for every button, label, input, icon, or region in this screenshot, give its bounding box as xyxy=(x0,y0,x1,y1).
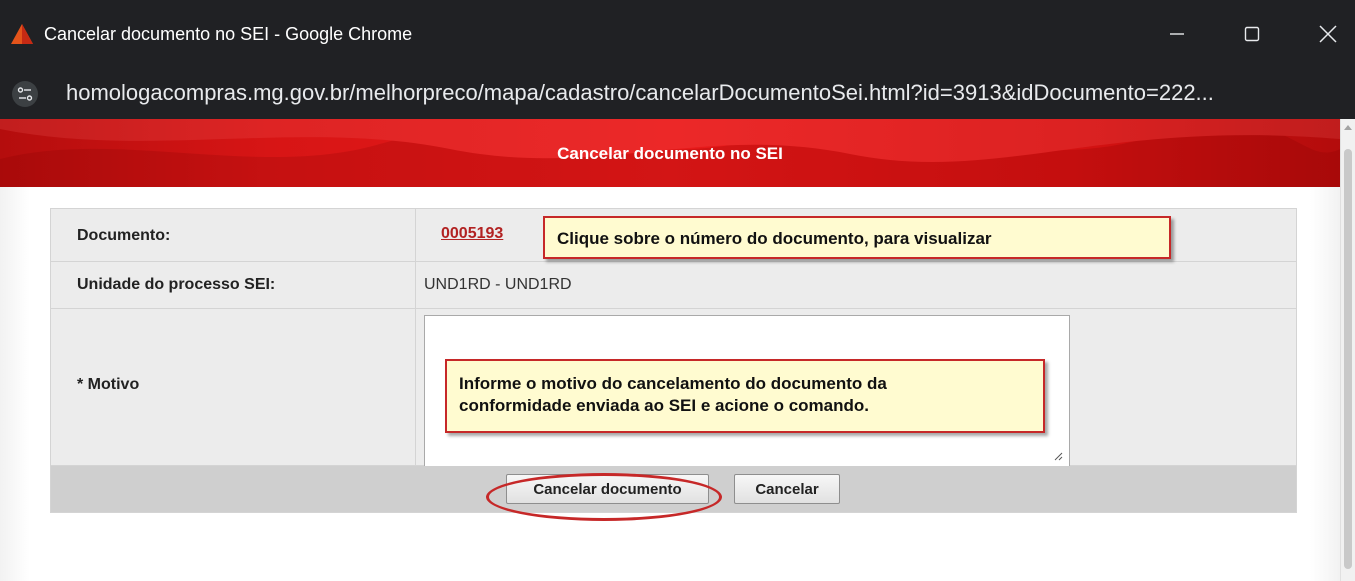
page-header: Cancelar documento no SEI xyxy=(0,119,1340,187)
cancel-button[interactable]: Cancelar xyxy=(734,474,840,504)
documento-label-cell: Documento: xyxy=(51,209,416,261)
window-titlebar: Cancelar documento no SEI - Google Chrom… xyxy=(0,0,1355,68)
red-triangle-icon xyxy=(11,24,33,44)
scroll-thumb[interactable] xyxy=(1344,149,1352,569)
url-text[interactable]: homologacompras.mg.gov.br/melhorpreco/ma… xyxy=(66,80,1346,106)
dialog-shadow-right xyxy=(1310,187,1340,581)
address-bar: homologacompras.mg.gov.br/melhorpreco/ma… xyxy=(0,68,1355,119)
scroll-up-arrow-icon[interactable] xyxy=(1344,125,1352,130)
documento-label: Documento: xyxy=(77,227,171,244)
motivo-hint-line-1: Informe o motivo do cancelamento do docu… xyxy=(459,374,887,393)
textarea-resize-icon[interactable] xyxy=(1053,451,1063,461)
close-button[interactable] xyxy=(1306,18,1350,50)
window-title: Cancelar documento no SEI - Google Chrom… xyxy=(44,24,413,44)
button-highlight-ellipse xyxy=(486,473,722,521)
motivo-hint-line-2: conformidade enviada ao SEI e acione o c… xyxy=(459,396,869,415)
motivo-label-cell: * Motivo xyxy=(51,309,416,465)
document-hint-text: Clique sobre o número do documento, para… xyxy=(557,229,992,248)
unidade-label: Unidade do processo SEI: xyxy=(77,276,276,293)
unidade-row: Unidade do processo SEI: UND1RD - UND1RD xyxy=(51,262,1296,309)
document-hint-callout: Clique sobre o número do documento, para… xyxy=(543,216,1171,259)
site-settings-icon[interactable] xyxy=(12,81,38,107)
vertical-scrollbar[interactable] xyxy=(1340,119,1355,581)
close-icon xyxy=(1319,25,1337,43)
unidade-label-cell: Unidade do processo SEI: xyxy=(51,262,416,308)
unidade-value: UND1RD - UND1RD xyxy=(424,276,572,293)
minimize-button[interactable] xyxy=(1155,18,1199,50)
document-number-link[interactable]: 0005193 xyxy=(441,225,503,243)
maximize-button[interactable] xyxy=(1230,18,1274,50)
motivo-label: * Motivo xyxy=(77,376,140,393)
motivo-hint-callout: Informe o motivo do cancelamento do docu… xyxy=(445,359,1045,433)
page-title: Cancelar documento no SEI xyxy=(557,144,783,163)
dialog-shadow-left xyxy=(0,187,30,581)
maximize-icon xyxy=(1244,26,1260,42)
minimize-icon xyxy=(1170,33,1184,35)
